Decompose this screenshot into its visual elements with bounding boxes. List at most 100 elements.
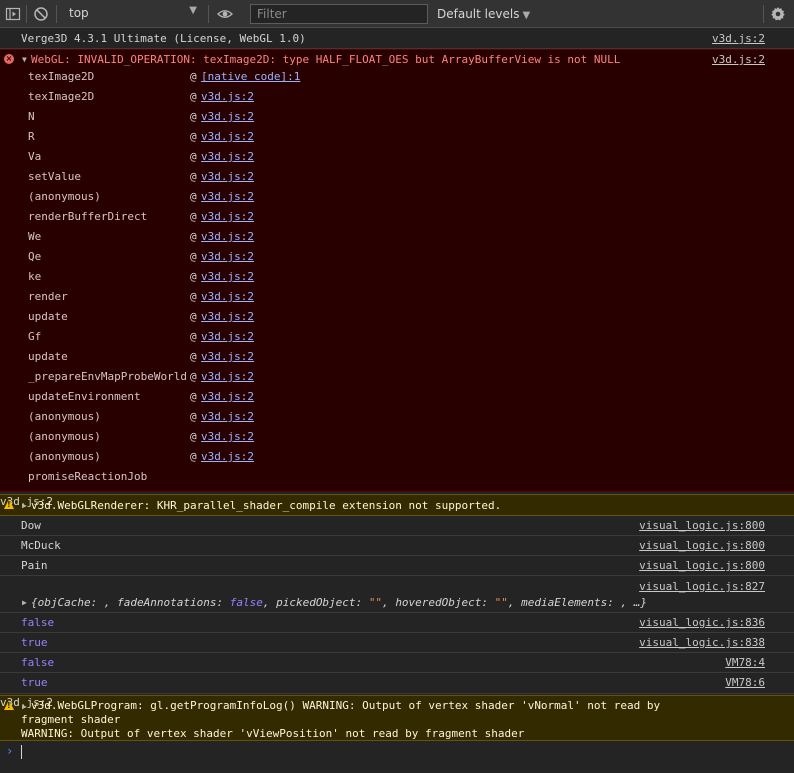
source-link[interactable]: VM78:6 <box>725 676 765 689</box>
source-link[interactable]: visual_logic.js:800 <box>639 519 765 532</box>
object-preview[interactable]: {objCache: , fadeAnnotations: false, pic… <box>31 596 647 609</box>
frame-source-link[interactable]: v3d.js:2 <box>201 310 254 323</box>
stack-frame: N @ v3d.js:2 <box>28 110 794 130</box>
source-link[interactable]: VM78:4 <box>725 656 765 669</box>
frame-function: We <box>28 230 42 243</box>
frame-source-link[interactable]: v3d.js:2 <box>201 390 254 403</box>
frame-source-link[interactable]: v3d.js:2 <box>201 250 254 263</box>
frame-function: Gf <box>28 330 42 343</box>
toolbar-separator <box>208 5 209 23</box>
message-text: Pain <box>21 559 48 572</box>
sidebar-toggle-icon[interactable] <box>5 6 21 22</box>
context-selector[interactable]: top ▼ <box>63 5 201 23</box>
frame-function: texImage2D <box>28 70 95 83</box>
message-text: true <box>21 676 48 689</box>
filter-input[interactable] <box>250 4 428 24</box>
error-message: × ▼ WebGL: INVALID_OPERATION: texImage2D… <box>0 49 794 492</box>
warning-icon: ! <box>4 499 14 509</box>
frame-source-link[interactable]: v3d.js:2 <box>201 370 254 383</box>
stack-frame: renderBufferDirect @ v3d.js:2 <box>28 210 794 230</box>
warning-message: ! ▶ v3d.WebGLRenderer: KHR_parallel_shad… <box>0 494 794 516</box>
stack-frame: update @ v3d.js:2 <box>28 310 794 330</box>
error-text: WebGL: INVALID_OPERATION: texImage2D: ty… <box>31 53 621 66</box>
frame-function: updateEnvironment <box>28 390 141 403</box>
frame-at: @ <box>190 110 197 123</box>
frame-at: @ <box>190 430 197 443</box>
console-prompt[interactable]: › <box>0 741 794 773</box>
source-link[interactable]: visual_logic.js:836 <box>639 616 765 629</box>
console-message: true VM78:6 <box>0 673 794 694</box>
gear-icon[interactable] <box>770 6 786 22</box>
frame-function: _prepareEnvMapProbeWorld <box>28 370 187 383</box>
frame-source-link[interactable]: v3d.js:2 <box>201 270 254 283</box>
frame-source-link[interactable]: [native code]:1 <box>201 70 300 83</box>
eye-icon[interactable] <box>217 6 233 22</box>
source-link[interactable]: visual_logic.js:838 <box>639 636 765 649</box>
frame-function: update <box>28 310 68 323</box>
frame-at: @ <box>190 290 197 303</box>
stack-frame: Va @ v3d.js:2 <box>28 150 794 170</box>
stack-frame: (anonymous) @ v3d.js:2 <box>28 410 794 430</box>
frame-source-link[interactable]: v3d.js:2 <box>201 170 254 183</box>
console-message-object: visual_logic.js:827 ▶ {objCache: , fadeA… <box>0 576 794 613</box>
console-toolbar: top ▼ Default levels▼ <box>0 0 794 28</box>
source-link[interactable]: visual_logic.js:800 <box>639 559 765 572</box>
frame-source-link[interactable]: v3d.js:2 <box>201 410 254 423</box>
frame-source-link[interactable]: v3d.js:2 <box>201 90 254 103</box>
warning-text: fragment shader <box>21 713 121 726</box>
source-link[interactable]: v3d.js:2 <box>712 32 765 45</box>
frame-source-link[interactable]: v3d.js:2 <box>201 150 254 163</box>
chevron-down-icon: ▼ <box>522 10 531 21</box>
stack-frame: Qe @ v3d.js:2 <box>28 250 794 270</box>
message-text: true <box>21 636 48 649</box>
frame-function: renderBufferDirect <box>28 210 148 223</box>
frame-source-link[interactable]: v3d.js:2 <box>201 450 254 463</box>
warning-text: v3d.WebGLRenderer: KHR_parallel_shader_c… <box>31 499 502 512</box>
stack-frame: texImage2D @ v3d.js:2 <box>28 90 794 110</box>
frame-at: @ <box>190 230 197 243</box>
warning-message: ! ▶ v3d.WebGLProgram: gl.getProgramInfoL… <box>0 695 794 741</box>
stack-frame: ke @ v3d.js:2 <box>28 270 794 290</box>
source-link[interactable]: v3d.js:2 <box>712 53 765 66</box>
frame-at: @ <box>190 90 197 103</box>
frame-source-link[interactable]: v3d.js:2 <box>201 110 254 123</box>
frame-at: @ <box>190 170 197 183</box>
frame-source-link[interactable]: v3d.js:2 <box>201 130 254 143</box>
frame-at: @ <box>190 390 197 403</box>
expand-triangle-icon[interactable]: ▶ <box>22 598 27 607</box>
frame-at: @ <box>190 250 197 263</box>
frame-at: @ <box>190 270 197 283</box>
frame-source-link[interactable]: v3d.js:2 <box>201 190 254 203</box>
console-message: Verge3D 4.3.1 Ultimate (License, WebGL 1… <box>0 28 794 49</box>
chevron-down-icon: ▼ <box>189 5 197 16</box>
toolbar-separator <box>56 5 57 23</box>
frame-source-link[interactable]: v3d.js:2 <box>201 290 254 303</box>
message-text: false <box>21 616 55 629</box>
stack-frame: _prepareEnvMapProbeWorld @ v3d.js:2 <box>28 370 794 390</box>
frame-source-link[interactable]: v3d.js:2 <box>201 330 254 343</box>
source-link[interactable]: visual_logic.js:800 <box>639 539 765 552</box>
expand-triangle-icon[interactable]: ▼ <box>22 55 27 64</box>
stack-frame: updateEnvironment @ v3d.js:2 <box>28 390 794 410</box>
frame-at: @ <box>190 130 197 143</box>
stack-frame: promiseReactionJob <box>28 470 794 490</box>
expand-triangle-icon[interactable]: ▶ <box>22 702 27 711</box>
frame-source-link[interactable]: v3d.js:2 <box>201 430 254 443</box>
source-link[interactable]: visual_logic.js:827 <box>639 580 765 593</box>
stack-frame: Gf @ v3d.js:2 <box>28 330 794 350</box>
message-text: Verge3D 4.3.1 Ultimate (License, WebGL 1… <box>21 32 306 45</box>
warning-text: WARNING: Output of vertex shader 'vViewP… <box>21 727 525 740</box>
frame-function: (anonymous) <box>28 410 101 423</box>
text-caret <box>21 745 22 759</box>
frame-at: @ <box>190 190 197 203</box>
console-message: true visual_logic.js:838 <box>0 633 794 653</box>
frame-source-link[interactable]: v3d.js:2 <box>201 210 254 223</box>
message-text: McDuck <box>21 539 61 552</box>
stack-frame: We @ v3d.js:2 <box>28 230 794 250</box>
log-levels-dropdown[interactable]: Default levels ▼ <box>437 7 530 21</box>
toolbar-separator <box>763 5 764 23</box>
expand-triangle-icon[interactable]: ▶ <box>22 501 27 510</box>
clear-console-icon[interactable] <box>33 6 49 22</box>
frame-source-link[interactable]: v3d.js:2 <box>201 350 254 363</box>
frame-source-link[interactable]: v3d.js:2 <box>201 230 254 243</box>
